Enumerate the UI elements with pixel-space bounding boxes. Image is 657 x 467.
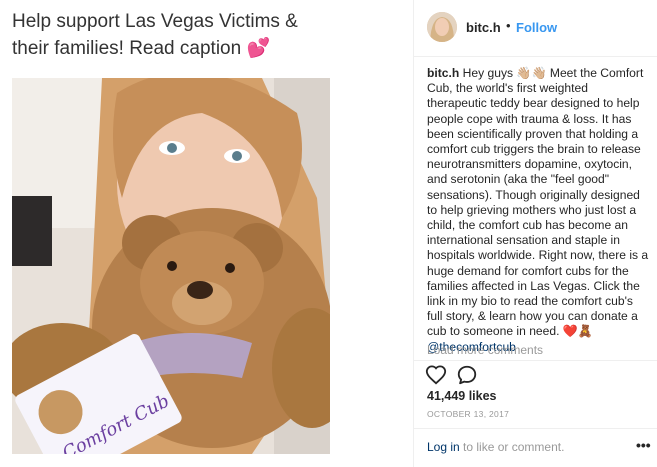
load-more-comments[interactable]: Load more comments	[427, 343, 543, 357]
login-link[interactable]: Log in	[427, 440, 460, 454]
caption-body: Hey guys 👋🏼👋🏼 Meet the Comfort Cub, the …	[427, 66, 649, 339]
login-prompt-text: to like or comment.	[459, 440, 565, 454]
header-username[interactable]: bitc.h	[466, 20, 501, 35]
actions-divider-top	[414, 360, 657, 361]
post-date: OCTOBER 13, 2017	[427, 409, 510, 419]
login-prompt: Log in to like or comment.	[427, 440, 564, 454]
post-photo: Comfort Cub	[12, 78, 330, 454]
avatar[interactable]	[427, 12, 457, 42]
caption-username[interactable]: bitc.h	[427, 66, 459, 80]
likes-count[interactable]: 41,449 likes	[427, 389, 497, 403]
column-divider	[413, 0, 414, 467]
ellipsis-icon[interactable]: •••	[636, 437, 651, 453]
separator-dot: •	[506, 18, 511, 33]
caption: bitc.h Hey guys 👋🏼👋🏼 Meet the Comfort Cu…	[427, 66, 649, 355]
speech-bubble-icon[interactable]	[456, 364, 478, 386]
follow-button[interactable]: Follow	[516, 20, 557, 35]
post-header: bitc.h • Follow	[414, 0, 657, 57]
headline: Help support Las Vegas Victims & their f…	[12, 11, 298, 59]
actions-divider-bottom	[414, 428, 657, 429]
heart-icon[interactable]	[425, 364, 447, 386]
